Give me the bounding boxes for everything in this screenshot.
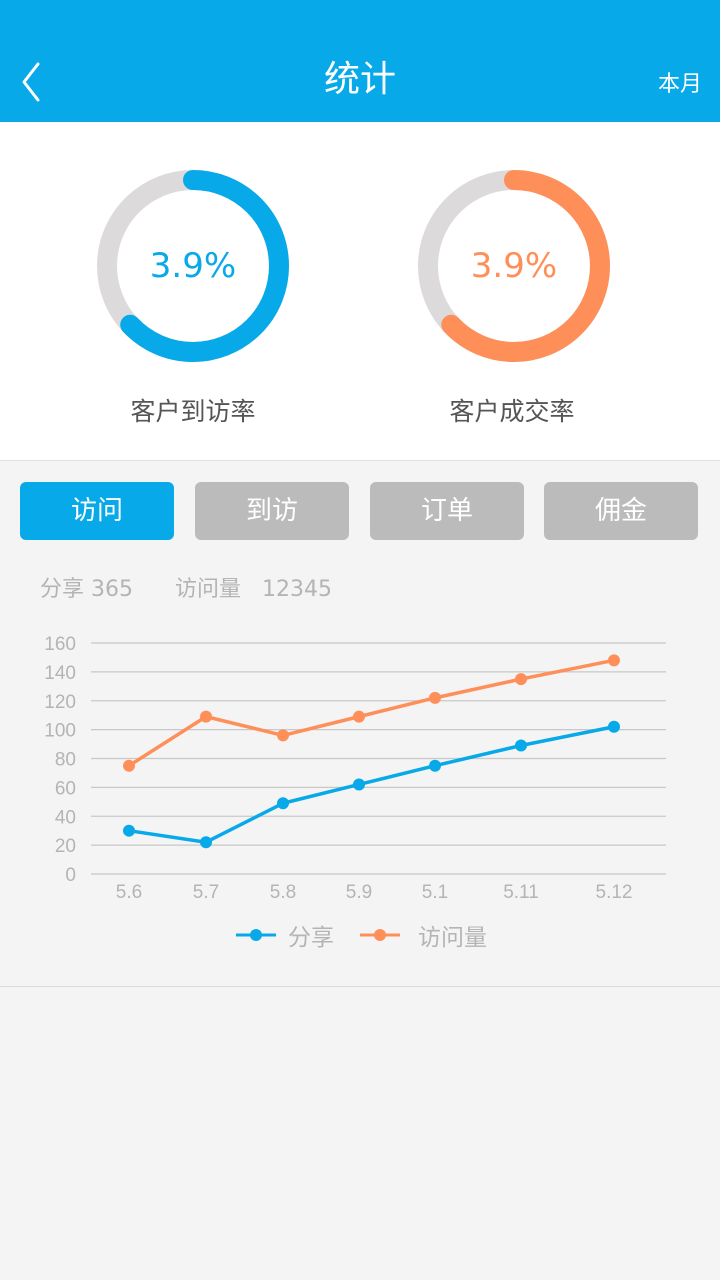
tab-commission[interactable]: 佣金: [544, 482, 698, 540]
share-label: 分享: [40, 577, 85, 602]
series-line-0: [128, 725, 615, 844]
x-tick-label: 5.7: [193, 882, 219, 903]
x-tick-label: 5.6: [116, 882, 142, 903]
visits-value: 12345: [261, 577, 332, 602]
data-point: [608, 720, 620, 733]
x-tick-label: 5.8: [270, 882, 296, 903]
x-tick-label: 5.9: [346, 882, 372, 903]
top-bar: 统计 本月: [0, 0, 720, 122]
data-point: [277, 797, 289, 810]
data-point: [429, 691, 441, 704]
period-selector[interactable]: 本月: [658, 68, 702, 102]
deal-rate-donut: 3.9%: [414, 166, 614, 366]
visit-rate-label: 客户到访率: [130, 397, 256, 426]
data-point: [123, 759, 135, 772]
legend-line-dot-icon: [236, 929, 276, 941]
share-value: 365: [91, 577, 134, 602]
line-chart: 0 20 40 60 80 100 120 140 160 5.6 5.7 5.8 5.9 5.1 5.11…: [44, 634, 666, 903]
visit-rate-donut: 3.9%: [93, 166, 293, 366]
y-tick-label: 60: [55, 778, 76, 799]
deal-rate-value: 3.9%: [470, 246, 558, 286]
data-point: [515, 673, 527, 686]
data-point: [353, 778, 365, 791]
legend-label: 访问量: [418, 925, 487, 951]
y-tick-label: 160: [44, 634, 76, 655]
legend-item: 访问量: [360, 915, 487, 955]
data-point: [277, 729, 289, 742]
data-point: [200, 710, 212, 723]
y-tick-label: 100: [44, 721, 76, 742]
data-point: [123, 824, 135, 837]
visit-rate-value: 3.9%: [149, 246, 237, 286]
tab-visits[interactable]: 访问: [20, 482, 174, 540]
tab-arrivals[interactable]: 到访: [195, 482, 349, 540]
y-tick-label: 120: [44, 692, 76, 713]
rates-panel: 3.9% 客户到访率 3.9% 客户成交率: [0, 122, 720, 461]
section-divider: [0, 986, 720, 987]
x-tick-label: 5.11: [503, 882, 539, 903]
summary-line: 分享 365 访问量 12345: [40, 572, 332, 608]
data-point: [515, 739, 527, 752]
page-title: 统计: [323, 59, 396, 100]
data-point: [200, 836, 212, 849]
y-tick-label: 20: [55, 836, 76, 857]
y-tick-label: 140: [44, 663, 76, 684]
visits-label: 访问量: [174, 577, 241, 602]
x-tick-label: 5.1: [422, 882, 448, 903]
legend-label: 分享: [288, 925, 334, 951]
y-tick-label: 0: [65, 865, 76, 886]
chart-legend: 分享 访问量: [0, 915, 720, 955]
x-tick-label: 5.12: [596, 882, 633, 903]
y-tick-label: 40: [55, 807, 76, 828]
data-point: [353, 710, 365, 723]
deal-rate-label: 客户成交率: [449, 397, 575, 426]
data-point: [429, 759, 441, 772]
y-tick-label: 80: [55, 750, 76, 771]
legend-line-dot-icon: [360, 929, 400, 941]
tab-orders[interactable]: 订单: [370, 482, 524, 540]
legend-item: 分享: [236, 915, 334, 955]
stats-tabs: 访问 到访 订单 佣金: [20, 482, 700, 540]
data-point: [608, 654, 620, 667]
